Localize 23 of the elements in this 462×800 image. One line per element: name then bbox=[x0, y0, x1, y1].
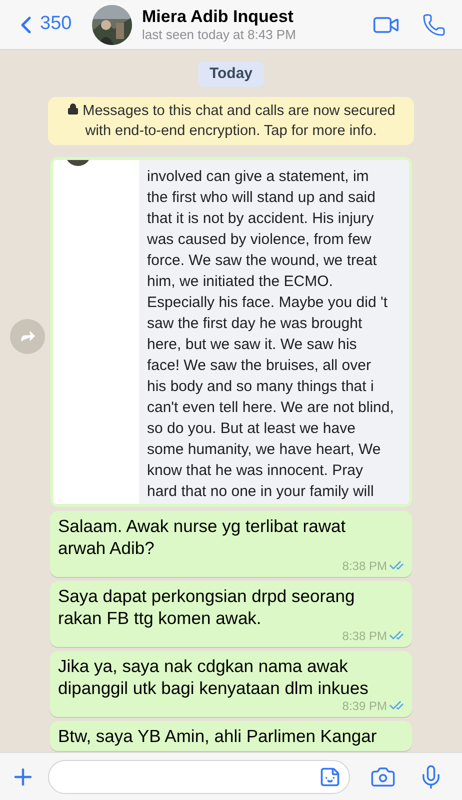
sticker-icon bbox=[319, 766, 341, 788]
message-time: 8:39 PM bbox=[342, 698, 387, 712]
encryption-notice-text: Messages to this chat and calls are now secured with end-to-end encryption. Tap for more info. bbox=[58, 100, 404, 140]
encryption-notice[interactable]: Messages to this chat and calls are now secured with end-to-end encryption. Tap for more info. bbox=[48, 96, 414, 144]
message-bubble[interactable]: Salaam. Awak nurse yg terlibat rawat arwah Adib? 8:38 PM bbox=[50, 510, 412, 576]
document-text: involved can give a statement, im the first who will stand up and said that it is not by accident. His injury was caused by violence, from few force. We saw the wound, we treat him, we initiated the ECMO. Especially his face. Maybe you did 't saw the first day he was brought here, but we saw it. We saw his face! We saw the bruises, all over his body and so many things that i can't even tell here. We are not blind, so do you. But at least we have some humanity, we have heart, We know that he was innocent. Pray hard that no one in your family will bbox=[147, 166, 395, 502]
back-button[interactable]: 350 bbox=[12, 10, 92, 39]
message-text: Salaam. Awak nurse yg terlibat rawat arwah Adib? bbox=[58, 514, 347, 558]
message-bubble[interactable]: Saya dapat perkongsian drpd seorang rakan FB ttg komen awak. 8:38 PM bbox=[50, 580, 412, 646]
message-text: Btw, saya YB Amin, ahli Parlimen Kangar bbox=[58, 724, 378, 746]
message-time: 8:38 PM bbox=[342, 628, 387, 642]
message-time: 8:38 PM bbox=[342, 558, 387, 572]
message-input-field[interactable] bbox=[48, 760, 350, 794]
call-button[interactable] bbox=[422, 12, 446, 36]
message-bubble[interactable]: Jika ya, saya nak cdgkan nama awak dipanggil utk bagi kenyataan dlm inkues 8:39 PM bbox=[50, 650, 412, 716]
message-text: Saya dapat perkongsian drpd seorang rakan FB ttg komen awak. bbox=[58, 584, 356, 628]
phone-icon bbox=[422, 12, 446, 36]
date-pill: Today bbox=[198, 62, 264, 86]
contact-status: last seen today at 8:43 PM bbox=[142, 26, 297, 42]
message-bubble[interactable]: Btw, saya YB Amin, ahli Parlimen Kangar bbox=[50, 720, 412, 750]
contact-name: Miera Adib Inquest bbox=[142, 6, 294, 26]
lock-icon bbox=[66, 103, 79, 116]
message-text: Jika ya, saya nak cdgkan nama awak dipanggil utk bagi kenyataan dlm inkues bbox=[58, 654, 370, 698]
